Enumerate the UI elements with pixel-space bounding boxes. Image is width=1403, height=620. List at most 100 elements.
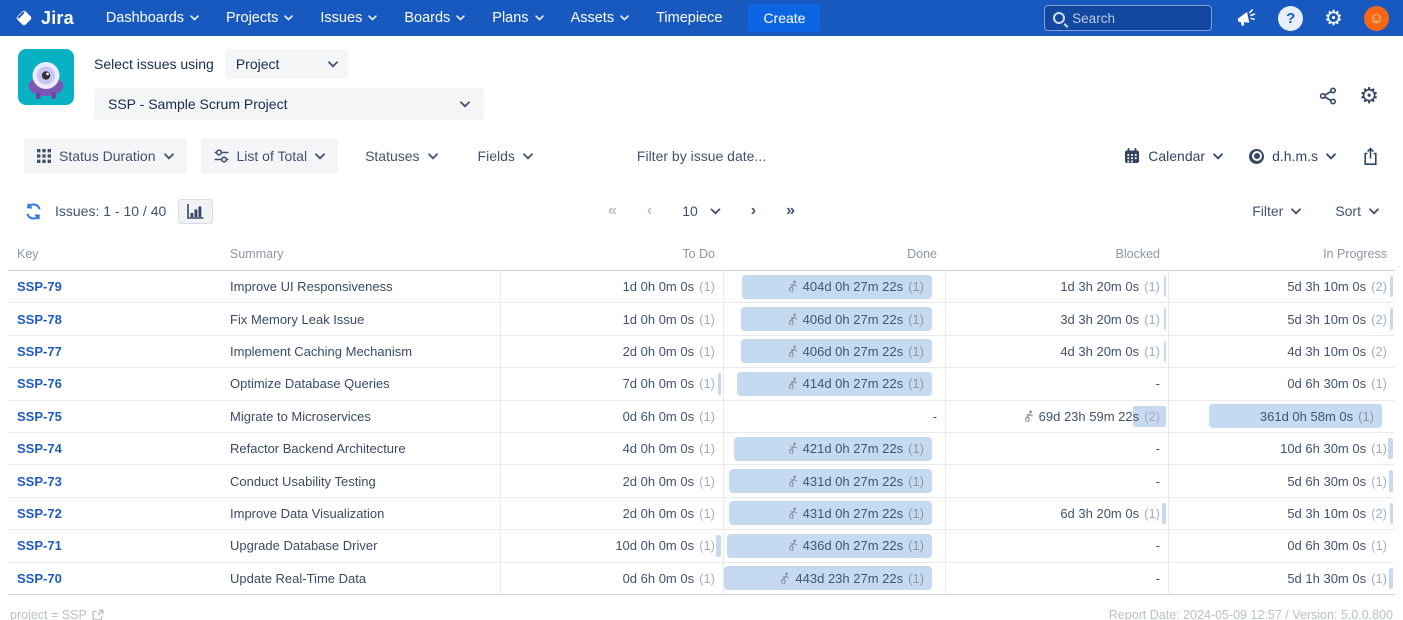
nav-item-boards[interactable]: Boards [404, 10, 465, 26]
report-type-button[interactable]: Status Duration [24, 138, 187, 174]
table-row-ssp-72: SSP-72Improve Data Visualization2d 0h 0m… [8, 498, 1395, 530]
table-row-ssp-73: SSP-73Conduct Usability Testing2d 0h 0m … [8, 465, 1395, 497]
duration-value: 1d 3h 20m 0s [1060, 279, 1139, 294]
chart-view-button[interactable] [178, 199, 213, 224]
refresh-icon[interactable] [24, 202, 43, 221]
bar-chart-icon [187, 204, 204, 219]
summary-cell: Improve UI Responsiveness [230, 271, 500, 302]
timepiece-app-icon [18, 49, 74, 105]
key-cell: SSP-76 [8, 368, 230, 399]
announcement-icon[interactable] [1236, 9, 1257, 28]
sort-dropdown[interactable]: Sort [1335, 203, 1379, 219]
issue-summary: Update Real-Time Data [230, 571, 366, 586]
global-search[interactable] [1044, 5, 1212, 31]
nav-item-projects[interactable]: Projects [226, 10, 293, 26]
duration-value: 7d 0h 0m 0s [623, 376, 695, 391]
calendar-icon [1124, 148, 1140, 164]
nav-item-label: Timepiece [656, 10, 722, 26]
issue-key-link[interactable]: SSP-73 [17, 474, 62, 489]
todo-duration-cell: 0d 6h 0m 0s(1) [500, 401, 723, 432]
running-status-icon [1021, 410, 1034, 423]
report-settings-icon[interactable]: ⚙ [1359, 85, 1379, 107]
page-size-dropdown[interactable]: 10 [682, 203, 721, 219]
todo-duration-cell: 1d 0h 0m 0s(1) [500, 271, 723, 302]
done-duration-cell: 406d 0h 27m 22s(1) [723, 303, 945, 334]
calendar-dropdown[interactable]: Calendar [1124, 148, 1223, 164]
blocked-duration-cell: - [945, 465, 1168, 496]
issue-selector-section: Select issues using Project SSP - Sample… [0, 36, 1403, 126]
aggregation-button[interactable]: List of Total [201, 138, 339, 174]
status-duration-table: KeySummaryTo DoDoneBlockedIn Progress SS… [8, 238, 1395, 595]
duration-bar [1390, 308, 1393, 329]
todo-duration-cell: 2d 0h 0m 0s(1) [500, 336, 723, 367]
prev-page-button[interactable]: ‹ [647, 203, 652, 219]
done-duration-cell: 404d 0h 27m 22s(1) [723, 271, 945, 302]
statuses-button[interactable]: Statuses [352, 138, 450, 174]
empty-duration: - [933, 409, 937, 424]
user-avatar[interactable]: ☺ [1364, 6, 1389, 31]
issue-key-link[interactable]: SSP-77 [17, 344, 62, 359]
nav-item-dashboards[interactable]: Dashboards [106, 10, 199, 26]
nav-item-assets[interactable]: Assets [571, 10, 630, 26]
nav-item-issues[interactable]: Issues [320, 10, 377, 26]
duration-count: (1) [699, 441, 715, 456]
duration-value: 4d 3h 10m 0s [1287, 344, 1366, 359]
export-icon[interactable] [1362, 147, 1379, 166]
duration-bar-pill: 404d 0h 27m 22s(1) [742, 275, 932, 299]
first-page-button[interactable]: « [608, 203, 617, 219]
nav-item-timepiece[interactable]: Timepiece [656, 10, 722, 26]
duration-format-label: d.h.m.s [1272, 148, 1318, 164]
fields-button[interactable]: Fields [465, 138, 546, 174]
empty-duration: - [1156, 538, 1160, 553]
last-page-button[interactable]: » [786, 203, 795, 219]
issue-key-link[interactable]: SSP-74 [17, 441, 62, 456]
filter-dropdown[interactable]: Filter [1252, 203, 1301, 219]
issue-key-link[interactable]: SSP-71 [17, 538, 62, 553]
in-progress-duration-cell: 0d 6h 30m 0s(1) [1168, 368, 1395, 399]
project-dropdown[interactable]: SSP - Sample Scrum Project [94, 88, 484, 120]
duration-count: (1) [908, 474, 924, 489]
next-page-button[interactable]: › [751, 203, 756, 219]
duration-count: (1) [699, 279, 715, 294]
share-icon[interactable] [1319, 87, 1337, 105]
nav-item-label: Boards [404, 10, 450, 26]
jql-link[interactable]: project = SSP [10, 608, 104, 620]
issue-key-link[interactable]: SSP-72 [17, 506, 62, 521]
create-button[interactable]: Create [748, 4, 820, 32]
report-footer: project = SSP Report Date: 2024-05-09 12… [0, 595, 1403, 620]
nav-item-plans[interactable]: Plans [492, 10, 543, 26]
duration-count: (1) [1358, 409, 1374, 424]
in-progress-duration-cell: 4d 3h 10m 0s(2) [1168, 336, 1395, 367]
issue-key-link[interactable]: SSP-79 [17, 279, 62, 294]
duration-value: 5d 3h 10m 0s [1287, 506, 1366, 521]
duration-bar-pill: 414d 0h 27m 22s(1) [737, 372, 932, 396]
issue-source-dropdown[interactable]: Project [226, 49, 348, 79]
jira-logo[interactable]: Jira [14, 8, 74, 29]
duration-value: 10d 0h 0m 0s [615, 538, 694, 553]
issue-key-link[interactable]: SSP-76 [17, 376, 62, 391]
in-progress-duration-cell: 10d 6h 30m 0s(1) [1168, 433, 1395, 464]
sort-label: Sort [1335, 203, 1361, 219]
duration-count: (1) [1371, 538, 1387, 553]
duration-value: 406d 0h 27m 22s [803, 312, 903, 327]
duration-format-dropdown[interactable]: d.h.m.s [1249, 148, 1336, 164]
chevron-down-icon [535, 15, 544, 21]
duration-count: (1) [699, 571, 715, 586]
settings-gear-icon[interactable]: ⚙ [1324, 8, 1343, 29]
column-header-to-do: To Do [500, 238, 723, 270]
duration-value: 414d 0h 27m 22s [803, 376, 903, 391]
help-icon[interactable]: ? [1278, 6, 1303, 31]
issue-summary: Fix Memory Leak Issue [230, 312, 364, 327]
jira-logo-icon [14, 8, 34, 28]
duration-value: 4d 3h 20m 0s [1060, 344, 1139, 359]
issue-key-link[interactable]: SSP-70 [17, 571, 62, 586]
nav-item-label: Assets [571, 10, 615, 26]
search-input[interactable] [1072, 11, 1182, 26]
issue-key-link[interactable]: SSP-75 [17, 409, 62, 424]
duration-bar [1162, 503, 1166, 524]
running-status-icon [785, 377, 798, 390]
duration-value: 431d 0h 27m 22s [803, 474, 903, 489]
duration-bar [1388, 438, 1393, 459]
issue-key-link[interactable]: SSP-78 [17, 312, 62, 327]
issue-date-filter[interactable]: Filter by issue date... [637, 148, 766, 164]
